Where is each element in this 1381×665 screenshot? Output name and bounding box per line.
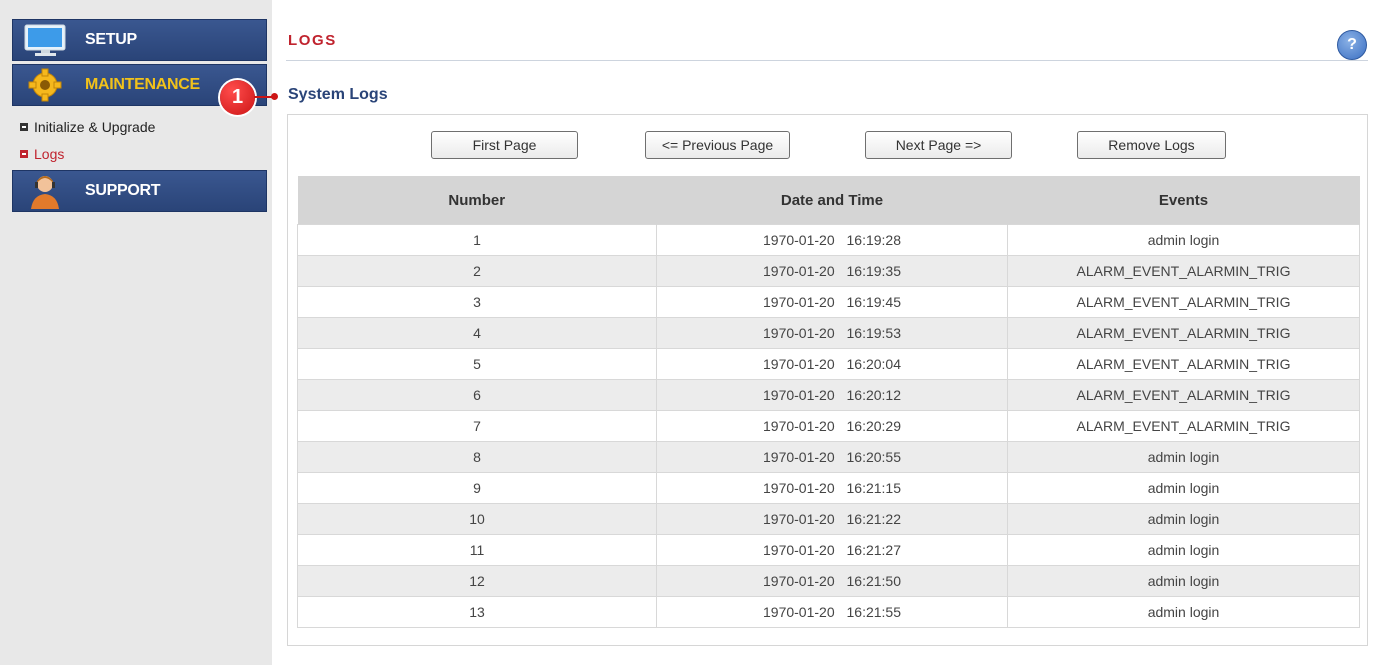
logs-table: Number Date and Time Events 1 1970-01-20… bbox=[297, 176, 1360, 628]
cell-number: 6 bbox=[297, 379, 657, 411]
sidebar-item-logs[interactable]: Logs bbox=[20, 140, 155, 167]
cell-number: 1 bbox=[297, 224, 657, 256]
cell-number: 5 bbox=[297, 348, 657, 380]
help-icon[interactable]: ? bbox=[1337, 30, 1367, 60]
table-header-row: Number Date and Time Events bbox=[297, 176, 1360, 225]
sidebar-item-label: Logs bbox=[34, 145, 65, 162]
next-page-button[interactable]: Next Page => bbox=[865, 131, 1012, 159]
cell-number: 8 bbox=[297, 441, 657, 473]
cell-datetime: 1970-01-20 16:21:55 bbox=[656, 596, 1008, 628]
column-header-events: Events bbox=[1007, 176, 1360, 225]
remove-logs-button[interactable]: Remove Logs bbox=[1077, 131, 1226, 159]
cell-event: ALARM_EVENT_ALARMIN_TRIG bbox=[1007, 317, 1360, 349]
table-row: 1 1970-01-20 16:19:28 admin login bbox=[297, 224, 1360, 256]
table-row: 4 1970-01-20 16:19:53 ALARM_EVENT_ALARMI… bbox=[297, 317, 1360, 349]
callout-marker: 1 bbox=[220, 80, 255, 115]
cell-event: admin login bbox=[1007, 441, 1360, 473]
cell-datetime: 1970-01-20 16:21:22 bbox=[656, 503, 1008, 535]
cell-number: 7 bbox=[297, 410, 657, 442]
nav-support[interactable]: SUPPORT bbox=[12, 170, 267, 212]
bullet-icon bbox=[20, 122, 28, 131]
table-row: 5 1970-01-20 16:20:04 ALARM_EVENT_ALARMI… bbox=[297, 348, 1360, 380]
cell-event: admin login bbox=[1007, 472, 1360, 504]
help-icon-glyph: ? bbox=[1347, 36, 1357, 53]
sidebar-item-initialize-upgrade[interactable]: Initialize & Upgrade bbox=[20, 113, 155, 140]
page-title: LOGS bbox=[288, 32, 337, 49]
callout-dot bbox=[271, 93, 278, 100]
cell-event: admin login bbox=[1007, 534, 1360, 566]
title-divider bbox=[286, 60, 1368, 61]
cell-number: 11 bbox=[297, 534, 657, 566]
cell-datetime: 1970-01-20 16:20:29 bbox=[656, 410, 1008, 442]
maintenance-submenu: Initialize & Upgrade Logs bbox=[20, 113, 155, 167]
support-person-icon bbox=[21, 173, 71, 209]
monitor-icon bbox=[21, 22, 71, 58]
column-header-number: Number bbox=[297, 176, 657, 225]
table-row: 13 1970-01-20 16:21:55 admin login bbox=[297, 596, 1360, 628]
nav-setup[interactable]: SETUP bbox=[12, 19, 267, 61]
table-row: 8 1970-01-20 16:20:55 admin login bbox=[297, 441, 1360, 473]
table-row: 7 1970-01-20 16:20:29 ALARM_EVENT_ALARMI… bbox=[297, 410, 1360, 442]
cell-datetime: 1970-01-20 16:20:55 bbox=[656, 441, 1008, 473]
column-header-datetime: Date and Time bbox=[656, 176, 1008, 225]
cell-datetime: 1970-01-20 16:21:50 bbox=[656, 565, 1008, 597]
cell-number: 2 bbox=[297, 255, 657, 287]
cell-number: 3 bbox=[297, 286, 657, 318]
table-row: 3 1970-01-20 16:19:45 ALARM_EVENT_ALARMI… bbox=[297, 286, 1360, 318]
cell-datetime: 1970-01-20 16:19:53 bbox=[656, 317, 1008, 349]
sidebar-item-label: Initialize & Upgrade bbox=[34, 118, 156, 135]
callout-number: 1 bbox=[231, 86, 244, 108]
cell-number: 4 bbox=[297, 317, 657, 349]
cell-datetime: 1970-01-20 16:19:28 bbox=[656, 224, 1008, 256]
logs-table-body: 1 1970-01-20 16:19:28 admin login 2 1970… bbox=[297, 224, 1360, 628]
cell-event: admin login bbox=[1007, 503, 1360, 535]
table-row: 6 1970-01-20 16:20:12 ALARM_EVENT_ALARMI… bbox=[297, 379, 1360, 411]
cell-datetime: 1970-01-20 16:19:45 bbox=[656, 286, 1008, 318]
table-row: 12 1970-01-20 16:21:50 admin login bbox=[297, 565, 1360, 597]
cell-number: 9 bbox=[297, 472, 657, 504]
table-row: 2 1970-01-20 16:19:35 ALARM_EVENT_ALARMI… bbox=[297, 255, 1360, 287]
nav-maintenance-label: MAINTENANCE bbox=[85, 76, 200, 93]
cell-event: ALARM_EVENT_ALARMIN_TRIG bbox=[1007, 255, 1360, 287]
cell-datetime: 1970-01-20 16:20:04 bbox=[656, 348, 1008, 380]
gear-icon bbox=[21, 67, 71, 103]
cell-datetime: 1970-01-20 16:21:15 bbox=[656, 472, 1008, 504]
previous-page-button[interactable]: <= Previous Page bbox=[645, 131, 790, 159]
cell-number: 10 bbox=[297, 503, 657, 535]
cell-event: ALARM_EVENT_ALARMIN_TRIG bbox=[1007, 410, 1360, 442]
cell-event: ALARM_EVENT_ALARMIN_TRIG bbox=[1007, 348, 1360, 380]
cell-datetime: 1970-01-20 16:21:27 bbox=[656, 534, 1008, 566]
cell-number: 12 bbox=[297, 565, 657, 597]
bullet-icon bbox=[20, 149, 28, 158]
cell-datetime: 1970-01-20 16:19:35 bbox=[656, 255, 1008, 287]
cell-datetime: 1970-01-20 16:20:12 bbox=[656, 379, 1008, 411]
table-row: 9 1970-01-20 16:21:15 admin login bbox=[297, 472, 1360, 504]
nav-setup-label: SETUP bbox=[85, 31, 137, 48]
section-title: System Logs bbox=[288, 86, 388, 103]
cell-number: 13 bbox=[297, 596, 657, 628]
cell-event: admin login bbox=[1007, 565, 1360, 597]
cell-event: ALARM_EVENT_ALARMIN_TRIG bbox=[1007, 286, 1360, 318]
first-page-button[interactable]: First Page bbox=[431, 131, 578, 159]
cell-event: admin login bbox=[1007, 224, 1360, 256]
cell-event: admin login bbox=[1007, 596, 1360, 628]
cell-event: ALARM_EVENT_ALARMIN_TRIG bbox=[1007, 379, 1360, 411]
nav-support-label: SUPPORT bbox=[85, 182, 161, 199]
table-row: 11 1970-01-20 16:21:27 admin login bbox=[297, 534, 1360, 566]
table-row: 10 1970-01-20 16:21:22 admin login bbox=[297, 503, 1360, 535]
